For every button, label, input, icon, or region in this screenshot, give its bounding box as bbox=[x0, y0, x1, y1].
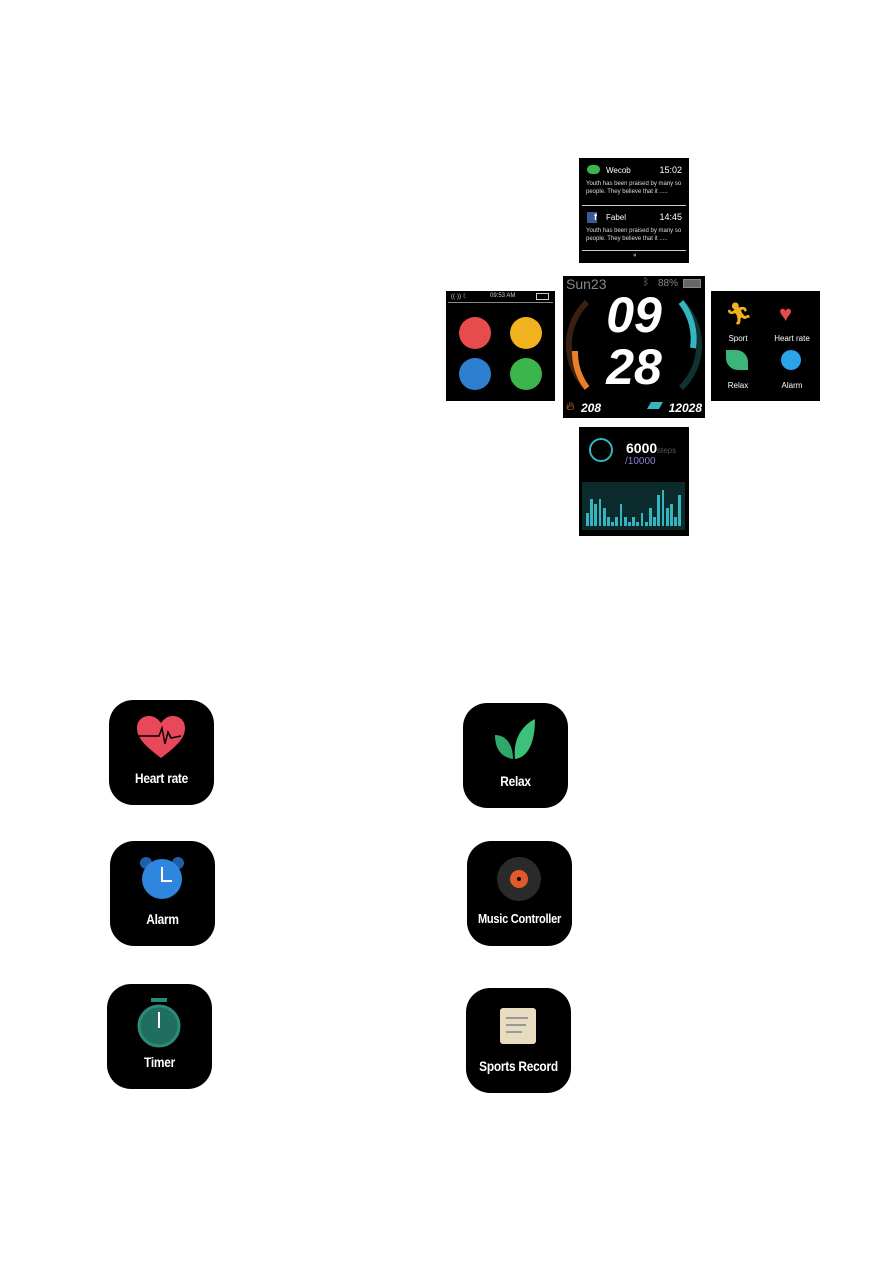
notification-app: Fabel bbox=[606, 213, 627, 222]
step-bar bbox=[590, 499, 593, 526]
steps-goal: /10000 bbox=[625, 456, 656, 467]
step-bar bbox=[594, 503, 598, 526]
step-bar bbox=[653, 517, 656, 526]
quick-panel-screen: ((·)) ☾ 09:53 AM bbox=[446, 291, 555, 401]
step-bar bbox=[632, 517, 635, 526]
menu-label[interactable]: Sport bbox=[711, 334, 765, 343]
tile-timer[interactable]: Timer bbox=[107, 984, 212, 1089]
minute: 28 bbox=[606, 339, 662, 395]
step-bar bbox=[674, 517, 677, 526]
tile-relax[interactable]: Relax bbox=[463, 703, 568, 808]
notification-text[interactable]: Youth has been praised by many so people… bbox=[586, 180, 682, 196]
find-phone-icon[interactable] bbox=[510, 317, 542, 349]
running-icon[interactable]: 🏃︎ bbox=[725, 301, 753, 327]
stopwatch-icon bbox=[137, 998, 181, 1048]
tile-label: Heart rate bbox=[134, 770, 189, 786]
alarm-clock-icon bbox=[140, 857, 184, 899]
leaf-icon bbox=[495, 719, 535, 759]
step-bar bbox=[657, 494, 661, 526]
tile-label: Sports Record bbox=[479, 1058, 558, 1074]
tile-music-controller[interactable]: Music Controller bbox=[467, 841, 572, 946]
step-bar bbox=[661, 490, 665, 526]
steps-ring-icon bbox=[589, 438, 613, 462]
step-bar bbox=[623, 517, 627, 526]
step-bar bbox=[678, 494, 682, 526]
wechat-icon bbox=[587, 165, 600, 174]
battery-icon bbox=[536, 293, 549, 300]
menu-label[interactable]: Heart rate bbox=[765, 334, 819, 343]
status-time: 09:53 AM bbox=[490, 293, 516, 299]
step-bar bbox=[636, 521, 640, 526]
tile-label: Music Controller bbox=[477, 911, 562, 926]
alarm-clock-icon[interactable] bbox=[781, 350, 801, 370]
step-bar bbox=[615, 517, 619, 526]
step-bar bbox=[649, 508, 652, 526]
step-bar bbox=[665, 508, 669, 526]
phone-icon[interactable] bbox=[510, 358, 542, 390]
steps-screen: 6000 steps /10000 bbox=[579, 427, 689, 536]
app-menu-screen: 🏃︎ ♥ Sport Heart rate Relax Alarm bbox=[711, 291, 820, 401]
step-bar bbox=[598, 499, 602, 526]
step-bar bbox=[644, 521, 648, 526]
heart-rate-icon bbox=[137, 716, 185, 758]
step-bar bbox=[586, 512, 589, 526]
leaf-icon[interactable] bbox=[726, 350, 748, 370]
facebook-icon: f bbox=[587, 212, 597, 223]
tile-label: Relax bbox=[500, 773, 531, 789]
menu-label[interactable]: Alarm bbox=[765, 381, 819, 390]
tile-heart-rate[interactable]: Heart rate bbox=[109, 700, 214, 805]
tile-sports-record[interactable]: Sports Record bbox=[466, 988, 571, 1093]
step-bar bbox=[628, 521, 631, 526]
steps-unit: steps bbox=[657, 446, 677, 455]
tile-label: Timer bbox=[144, 1054, 175, 1070]
steps-count: 6000 bbox=[626, 440, 658, 456]
hour: 09 bbox=[606, 287, 662, 343]
notification-app: Wecob bbox=[606, 166, 631, 175]
heart-rate-icon[interactable]: ♥ bbox=[779, 301, 792, 327]
steps: 12028 bbox=[668, 401, 702, 415]
flame-icon: 🔥︎ bbox=[566, 399, 575, 413]
menu-label[interactable]: Relax bbox=[711, 381, 765, 390]
step-bar bbox=[670, 503, 673, 526]
step-bar bbox=[619, 503, 623, 526]
step-bar bbox=[607, 517, 610, 526]
notification-time: 15:02 bbox=[659, 165, 682, 175]
steps-bar-chart bbox=[582, 482, 685, 530]
status-icons: ((·)) ☾ bbox=[451, 294, 469, 300]
step-bar bbox=[602, 508, 606, 526]
tile-label: Alarm bbox=[146, 911, 179, 927]
vinyl-record-icon bbox=[497, 857, 541, 901]
notepad-icon bbox=[500, 1008, 536, 1044]
tile-alarm[interactable]: Alarm bbox=[110, 841, 215, 946]
heart-rate-icon[interactable] bbox=[459, 317, 491, 349]
notification-screen: Wecob 15:02 Youth has been praised by ma… bbox=[579, 158, 689, 263]
notification-time: 14:45 bbox=[659, 212, 682, 222]
step-bar bbox=[640, 512, 644, 526]
sleep-icon[interactable] bbox=[459, 358, 491, 390]
watch-face-screen: Sun23 ᛒ 88% 09 28 🔥︎ 208 12028 bbox=[563, 276, 705, 418]
calories: 208 bbox=[581, 401, 602, 415]
more-chevron-icon[interactable]: » bbox=[631, 200, 637, 263]
divider bbox=[448, 302, 553, 303]
step-bar bbox=[611, 521, 614, 526]
